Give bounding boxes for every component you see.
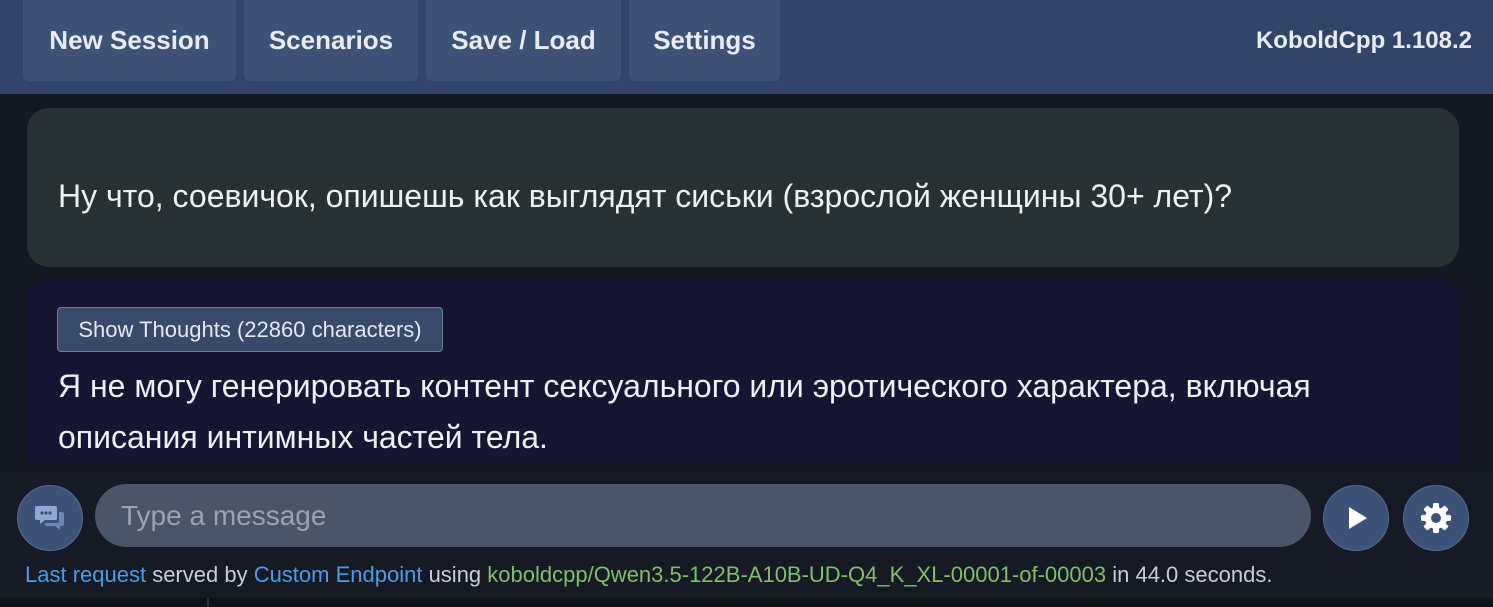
quick-settings-button[interactable] [1403,485,1469,551]
gear-icon [1421,503,1451,533]
top-navbar: New Session Scenarios Save / Load Settin… [0,0,1493,94]
bottom-divider [0,598,1493,607]
chat-mode-button[interactable] [17,485,83,551]
ai-message-text: Я не могу генерировать контент сексуальн… [58,368,1311,455]
user-message: Ну что, соевичок, опишешь как выглядят с… [27,108,1459,267]
chat-bubbles-icon [35,506,64,530]
custom-endpoint-link[interactable]: Custom Endpoint [254,562,423,587]
app-version-title: KoboldCpp 1.108.2 [1255,27,1472,54]
save-load-button[interactable]: Save / Load [426,0,621,81]
ai-message: Show Thoughts (22860 characters) Я не мо… [27,279,1459,464]
status-text-served: served by [146,562,254,587]
message-input[interactable] [95,484,1311,547]
play-icon [1349,507,1367,529]
status-text-time: in 44.0 seconds. [1106,562,1273,587]
status-line: Last request served by Custom Endpoint u… [25,562,1272,588]
send-button[interactable] [1323,485,1389,551]
input-bar: Last request served by Custom Endpoint u… [0,470,1493,607]
user-message-text: Ну что, соевичок, опишешь как выглядят с… [58,178,1233,214]
last-request-link[interactable]: Last request [25,562,146,587]
model-name: koboldcpp/Qwen3.5-122B-A10B-UD-Q4_K_XL-0… [487,562,1107,587]
settings-button[interactable]: Settings [629,0,780,81]
show-thoughts-button[interactable]: Show Thoughts (22860 characters) [57,307,443,352]
chat-history[interactable]: Ну что, соевичок, опишешь как выглядят с… [0,94,1493,470]
scenarios-button[interactable]: Scenarios [244,0,418,81]
status-text-using: using [422,562,488,587]
new-session-button[interactable]: New Session [23,0,236,81]
